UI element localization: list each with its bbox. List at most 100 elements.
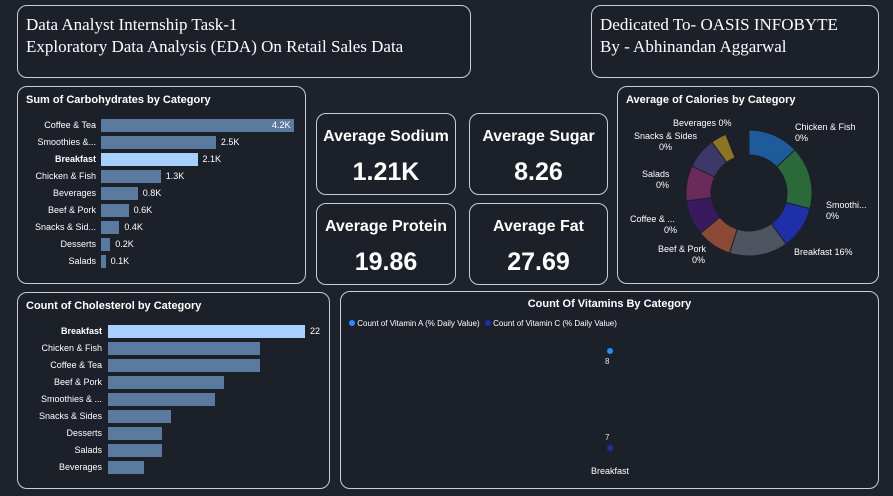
- bar-row-salads[interactable]: Salads: [18, 444, 331, 457]
- bar-value-label: 0.1K: [110, 256, 130, 266]
- donut-label-chicken: Chicken & Fish 0%: [795, 122, 856, 143]
- dedication-line2: By - Abhinandan Aggarwal: [600, 37, 787, 56]
- bar-row-beef-pork[interactable]: Beef & Pork: [18, 376, 331, 389]
- bar-beef-pork[interactable]: [101, 204, 129, 217]
- bar-row-coffee-tea[interactable]: Coffee & Tea 4.2K: [18, 119, 307, 132]
- bar-coffee-tea[interactable]: [108, 359, 261, 372]
- vitamins-x-tick: Breakfast: [590, 466, 630, 476]
- bar-row-chicken-fish[interactable]: Chicken & Fish: [18, 342, 331, 355]
- bar-value-label: 1.3K: [165, 171, 185, 181]
- bar-category-label: Smoothies & ...: [40, 394, 102, 404]
- donut-label-coffee: Coffee & ... 0%: [630, 214, 678, 235]
- bar-category-label: Beverages: [58, 462, 102, 472]
- kpi-card-fat: Average Fat 27.69: [469, 203, 608, 285]
- kpi-card-sugar: Average Sugar 8.26: [469, 113, 608, 195]
- bar-snacks-sid[interactable]: [101, 221, 120, 234]
- bar-row-desserts[interactable]: Desserts 0.2K: [18, 238, 307, 251]
- scatter-point-vitamin-a[interactable]: [607, 348, 613, 355]
- bar-value-label: 2.1K: [202, 154, 222, 164]
- cholesterol-chart-card: Count of Cholesterol by Category Breakfa…: [17, 292, 330, 489]
- bar-beverages[interactable]: [101, 187, 138, 200]
- bar-breakfast[interactable]: [101, 153, 198, 166]
- calories-chart-card: Average of Calories by Category Beverage…: [617, 86, 879, 284]
- bar-row-salads[interactable]: Salads 0.1K: [18, 255, 307, 268]
- donut-label-beefpork: Beef & Pork 0%: [658, 244, 707, 265]
- scatter-value-label: 7: [605, 432, 610, 442]
- bar-chicken-fish[interactable]: [108, 342, 261, 355]
- cholesterol-plot: Breakfast 22 Chicken & Fish Coffee & Tea Bee…: [18, 325, 331, 480]
- bar-row-smoothies[interactable]: Smoothies & ...: [18, 393, 331, 406]
- bar-category-label: Coffee & Tea: [44, 120, 96, 130]
- kpi-protein-label: Average Protein: [324, 218, 448, 235]
- bar-category-label: Salads: [68, 256, 96, 266]
- kpi-sugar-label: Average Sugar: [482, 128, 595, 145]
- kpi-protein-value: 19.86: [354, 248, 418, 276]
- bar-salads[interactable]: [101, 255, 106, 268]
- bar-category-label: Coffee & Tea: [50, 360, 102, 370]
- bar-snacks-sides[interactable]: [108, 410, 171, 423]
- carbohydrates-chart-card: Sum of Carbohydrates by Category Coffee …: [17, 86, 306, 284]
- bar-category-label: Smoothies &...: [37, 137, 96, 147]
- header-title-card: Data Analyst Internship Task-1 Explorato…: [17, 5, 471, 78]
- bar-row-beverages[interactable]: Beverages: [18, 461, 331, 474]
- bar-beef-pork[interactable]: [108, 376, 225, 389]
- bar-breakfast[interactable]: [108, 325, 305, 338]
- bar-value-label: 0.2K: [115, 239, 134, 249]
- bar-desserts[interactable]: [108, 427, 162, 440]
- bar-row-snacks-sid[interactable]: Snacks & Sid... 0.4K: [18, 221, 307, 234]
- dedication-line1: Dedicated To- OASIS INFOBYTE: [600, 15, 838, 34]
- kpi-fat-label: Average Fat: [493, 218, 584, 235]
- bar-row-breakfast[interactable]: Breakfast 2.1K: [18, 153, 307, 166]
- bar-beverages[interactable]: [108, 461, 144, 474]
- bar-category-label: Breakfast: [54, 154, 96, 164]
- bar-salads[interactable]: [108, 444, 162, 457]
- bar-smoothies[interactable]: [101, 136, 216, 149]
- bar-coffee-tea[interactable]: [101, 119, 294, 132]
- bar-category-label: Beef & Pork: [47, 205, 96, 215]
- bar-value-label: 0.8K: [142, 188, 162, 198]
- donut-label-salads: Salads 0%: [642, 169, 670, 190]
- bar-row-coffee-tea[interactable]: Coffee & Tea: [18, 359, 331, 372]
- bar-row-snacks-sides[interactable]: Snacks & Sides: [18, 410, 331, 423]
- bar-row-beef-pork[interactable]: Beef & Pork 0.6K: [18, 204, 307, 217]
- donut-label-breakfast: Breakfast 16%: [794, 247, 853, 257]
- bar-category-label: Desserts: [66, 428, 102, 438]
- bar-row-breakfast[interactable]: Breakfast 22: [18, 325, 331, 338]
- carbohydrates-chart-title: Sum of Carbohydrates by Category: [26, 94, 211, 106]
- kpi-sugar-value: 8.26: [514, 158, 563, 186]
- carbohydrates-plot: Coffee & Tea 4.2K Smoothies &... 2.5K Breakf…: [18, 119, 307, 274]
- bar-row-beverages[interactable]: Beverages 0.8K: [18, 187, 307, 200]
- bar-value-label: 0.6K: [133, 205, 153, 215]
- donut-label-snacks: Snacks & Sides 0%: [633, 131, 698, 152]
- bar-category-label: Snacks & Sides: [38, 411, 102, 421]
- bar-category-label: Chicken & Fish: [41, 343, 102, 353]
- bar-category-label: Beverages: [52, 188, 96, 198]
- bar-row-chicken-fish[interactable]: Chicken & Fish 1.3K: [18, 170, 307, 183]
- bar-category-label: Chicken & Fish: [35, 171, 96, 181]
- bar-chicken-fish[interactable]: [101, 170, 161, 183]
- bar-category-label: Salads: [74, 445, 102, 455]
- dashboard-title-line2: Exploratory Data Analysis (EDA) On Retai…: [26, 37, 404, 56]
- donut-label-beverages: Beverages 0%: [673, 118, 732, 128]
- donut-label-smoothies: Smoothi... 0%: [826, 200, 867, 221]
- kpi-sodium-label: Average Sodium: [323, 128, 449, 145]
- bar-value-label: 22: [310, 326, 321, 336]
- bar-value-label: 0.4K: [124, 222, 143, 232]
- bar-value-label: 4.2K: [272, 120, 291, 130]
- vitamins-plot: 87: [341, 292, 880, 490]
- bar-row-desserts[interactable]: Desserts: [18, 427, 331, 440]
- bar-category-label: Snacks & Sid...: [34, 222, 96, 232]
- vitamins-chart-card: Count Of Vitamins By Category Count of V…: [340, 291, 879, 489]
- scatter-point-vitamin-c[interactable]: [607, 444, 613, 451]
- bar-desserts[interactable]: [101, 238, 111, 251]
- bar-category-label: Breakfast: [60, 326, 102, 336]
- kpi-fat-value: 27.69: [507, 248, 570, 276]
- bar-category-label: Beef & Pork: [53, 377, 102, 387]
- scatter-value-label: 8: [605, 357, 610, 367]
- bar-row-smoothies[interactable]: Smoothies &... 2.5K: [18, 136, 307, 149]
- bar-smoothies[interactable]: [108, 393, 216, 406]
- dedication-card: Dedicated To- OASIS INFOBYTE By - Abhina…: [591, 5, 879, 78]
- bar-value-label: 2.5K: [220, 137, 240, 147]
- kpi-card-sodium: Average Sodium 1.21K: [316, 113, 456, 195]
- kpi-sodium-value: 1.21K: [352, 158, 420, 186]
